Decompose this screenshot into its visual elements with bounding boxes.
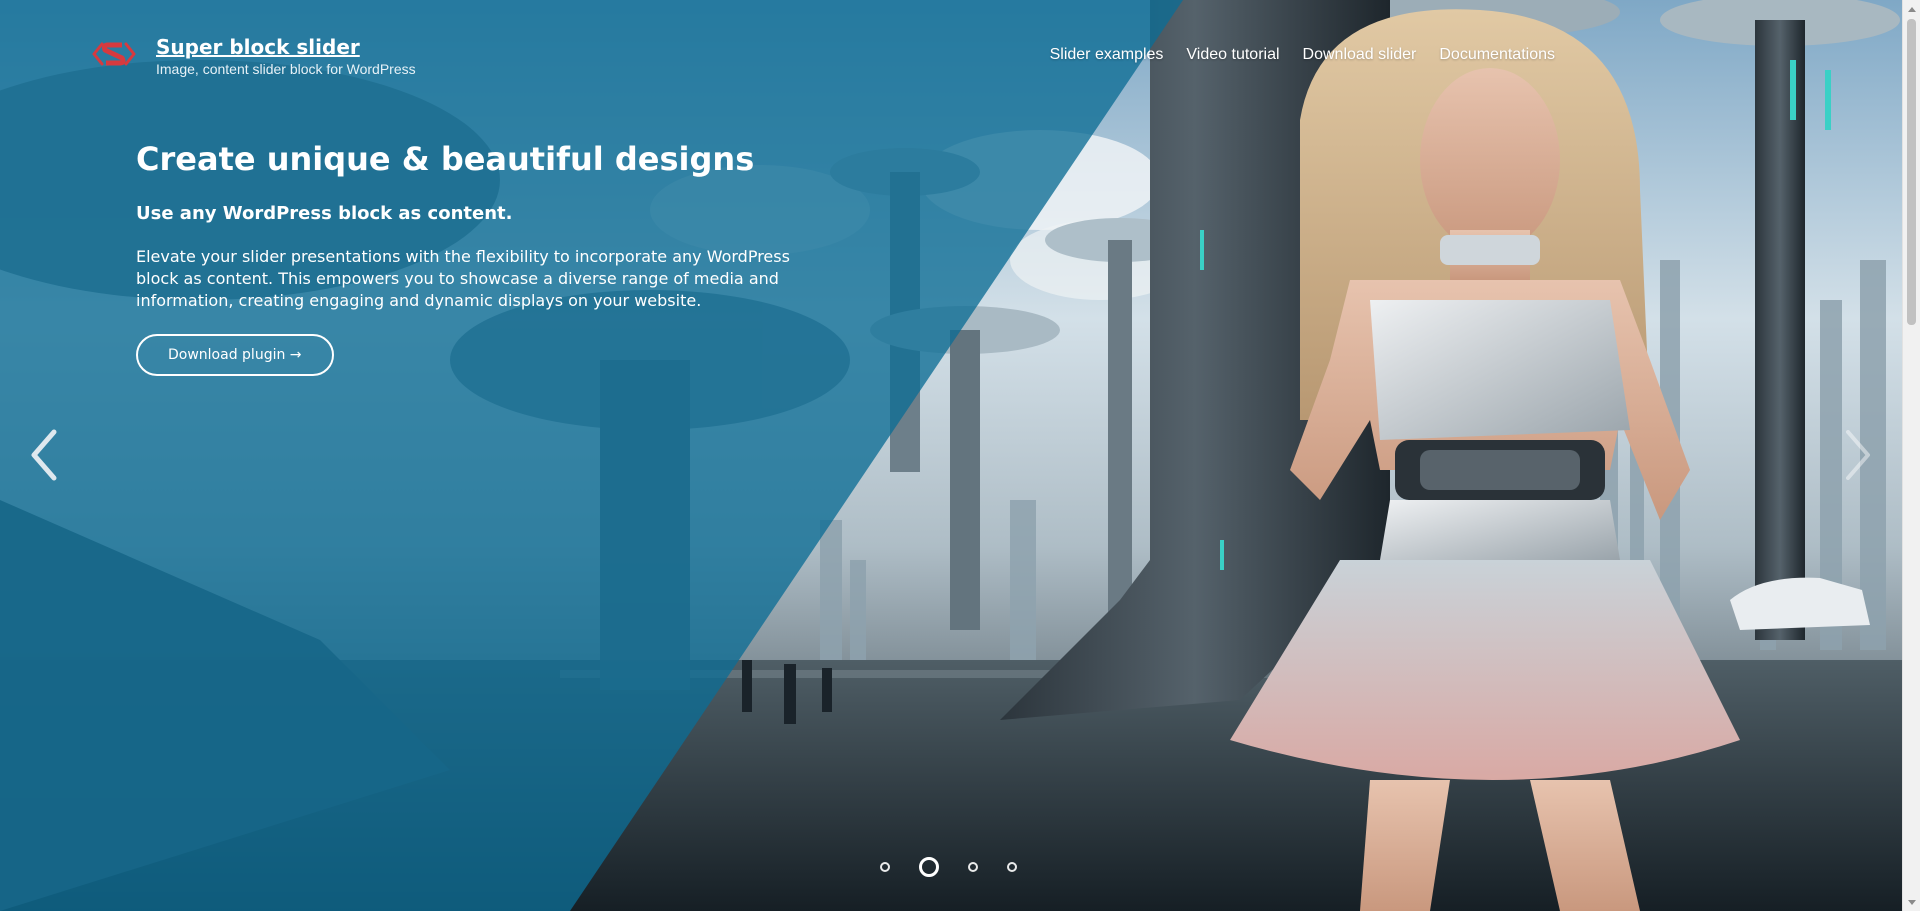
chevron-right-icon xyxy=(1846,430,1870,480)
slider-dot-1[interactable] xyxy=(880,862,890,872)
futuristic-city-scene xyxy=(0,0,1902,911)
slide-heading: Create unique & beautiful designs xyxy=(136,140,755,178)
slider-dot-3[interactable] xyxy=(968,862,978,872)
site-tagline: Image, content slider block for WordPres… xyxy=(156,61,416,77)
main-navigation: Slider examples Video tutorial Download … xyxy=(1050,46,1555,64)
slider-dot-2-active[interactable] xyxy=(919,857,939,877)
site-title-link[interactable]: Super block slider xyxy=(156,34,416,60)
nav-item-video-tutorial[interactable]: Video tutorial xyxy=(1186,46,1279,64)
slide-subheading: Use any WordPress block as content. xyxy=(136,203,513,224)
nav-item-documentations[interactable]: Documentations xyxy=(1439,46,1555,64)
download-plugin-button[interactable]: Download plugin → xyxy=(136,334,334,376)
slider-page: Super block slider Image, content slider… xyxy=(0,0,1920,911)
slider-dot-4[interactable] xyxy=(1007,862,1017,872)
super-block-slider-logo-icon[interactable] xyxy=(84,34,144,74)
logo-mark-icon xyxy=(92,42,136,66)
chevron-left-icon xyxy=(31,429,57,481)
slider-pagination xyxy=(880,857,1017,877)
page-scrollbar[interactable] xyxy=(1902,0,1920,911)
scroll-up-arrow-icon[interactable] xyxy=(1903,0,1920,17)
nav-item-download-slider[interactable]: Download slider xyxy=(1303,46,1417,64)
slider-prev-button[interactable] xyxy=(28,428,62,482)
slide-content: Create unique & beautiful designs Use an… xyxy=(136,138,816,376)
scrollbar-thumb[interactable] xyxy=(1907,19,1916,325)
slider-next-button[interactable] xyxy=(1840,428,1874,482)
slide-description: Elevate your slider presentations with t… xyxy=(136,247,790,310)
brand-text: Super block slider Image, content slider… xyxy=(156,34,416,78)
site-branding: Super block slider Image, content slider… xyxy=(84,34,416,78)
nav-item-slider-examples[interactable]: Slider examples xyxy=(1050,46,1164,64)
slide-background-image xyxy=(0,0,1902,911)
scroll-down-arrow-icon[interactable] xyxy=(1903,894,1920,911)
